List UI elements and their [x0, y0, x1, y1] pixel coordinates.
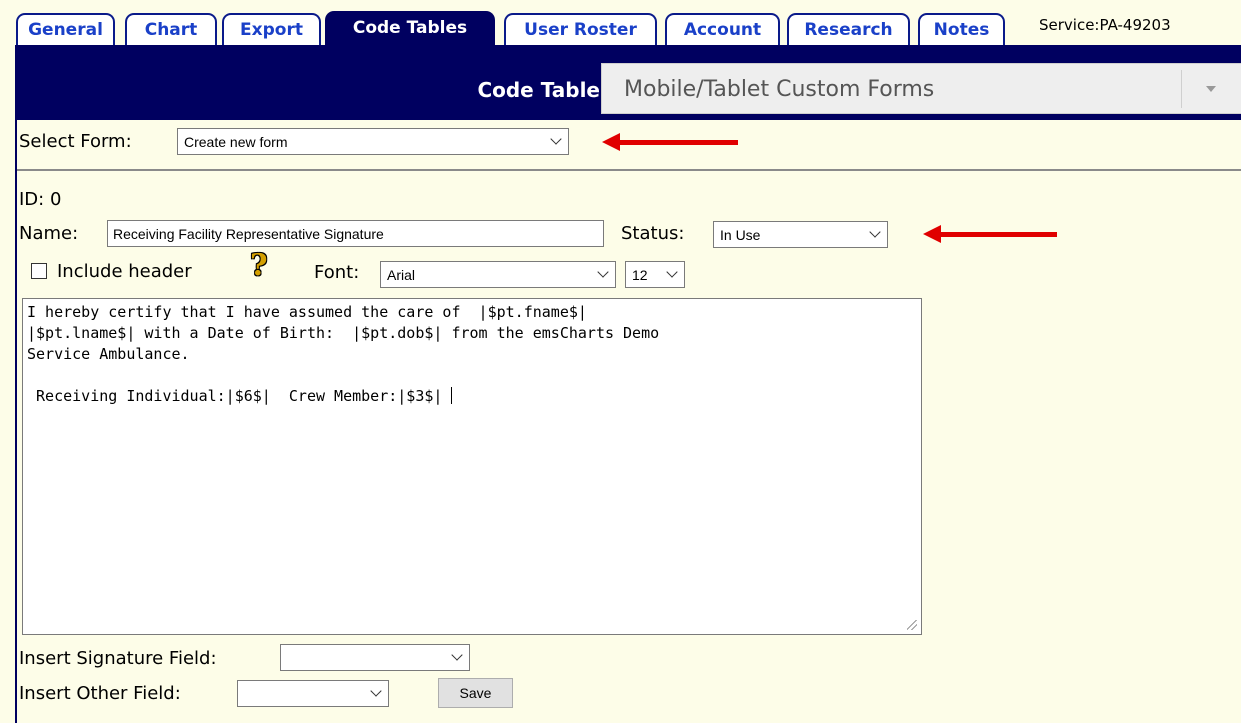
tab-account[interactable]: Account: [665, 13, 780, 45]
font-value: Arial: [387, 267, 416, 283]
include-header-checkbox[interactable]: [31, 263, 47, 279]
select-form-label: Select Form:: [19, 131, 132, 152]
save-button[interactable]: Save: [438, 678, 513, 708]
font-size-dropdown[interactable]: 12: [625, 261, 685, 288]
chevron-down-icon: [869, 226, 881, 238]
tab-bar: General Chart Export Code Tables User Ro…: [0, 0, 1241, 45]
section-divider: [17, 169, 1241, 171]
insert-signature-dropdown[interactable]: [280, 644, 470, 671]
tab-research[interactable]: Research: [787, 13, 910, 45]
text-cursor: [451, 387, 453, 404]
font-size-value: 12: [632, 267, 648, 283]
help-icon[interactable]: ?: [250, 248, 268, 283]
select-form-value: Create new form: [184, 134, 288, 150]
form-body-editor[interactable]: I hereby certify that I have assumed the…: [22, 298, 922, 635]
tab-notes[interactable]: Notes: [918, 13, 1005, 45]
insert-other-dropdown[interactable]: [237, 680, 389, 707]
name-label: Name:: [19, 223, 79, 244]
include-header-label: Include header: [57, 261, 192, 282]
tab-export[interactable]: Export: [222, 13, 321, 45]
status-label: Status:: [621, 223, 685, 244]
chevron-down-icon: [451, 649, 463, 661]
chevron-down-icon: [370, 685, 382, 697]
insert-other-label: Insert Other Field:: [19, 683, 181, 704]
tab-user-roster[interactable]: User Roster: [504, 13, 657, 45]
chevron-down-icon: [666, 266, 678, 278]
code-table-select[interactable]: Mobile/Tablet Custom Forms: [601, 63, 1241, 114]
name-input[interactable]: Receiving Facility Representative Signat…: [107, 220, 604, 247]
chevron-down-icon: [597, 266, 609, 278]
tab-general[interactable]: General: [16, 13, 115, 45]
tab-code-tables[interactable]: Code Tables: [325, 11, 495, 45]
insert-signature-label: Insert Signature Field:: [19, 648, 217, 669]
code-table-header: Code Table: Mobile/Tablet Custom Forms: [17, 45, 1241, 120]
select-divider: [1181, 70, 1182, 108]
font-dropdown[interactable]: Arial: [380, 261, 616, 288]
font-label: Font:: [314, 262, 360, 283]
form-body-text: I hereby certify that I have assumed the…: [27, 303, 660, 405]
status-dropdown[interactable]: In Use: [713, 221, 888, 248]
code-table-value: Mobile/Tablet Custom Forms: [624, 77, 935, 102]
resize-handle[interactable]: [907, 620, 917, 630]
status-value: In Use: [720, 227, 761, 243]
select-form-dropdown[interactable]: Create new form: [177, 128, 569, 155]
red-arrow-annotation: [923, 225, 1057, 243]
code-table-label: Code Table:: [477, 78, 608, 102]
service-id: Service:PA-49203: [1039, 16, 1171, 34]
caret-down-icon: [1206, 86, 1216, 92]
form-id: ID: 0: [19, 189, 62, 210]
code-table-panel: Code Table: Mobile/Tablet Custom Forms S…: [15, 45, 1241, 723]
red-arrow-annotation: [602, 133, 738, 151]
tab-chart[interactable]: Chart: [125, 13, 217, 45]
chevron-down-icon: [550, 133, 562, 145]
